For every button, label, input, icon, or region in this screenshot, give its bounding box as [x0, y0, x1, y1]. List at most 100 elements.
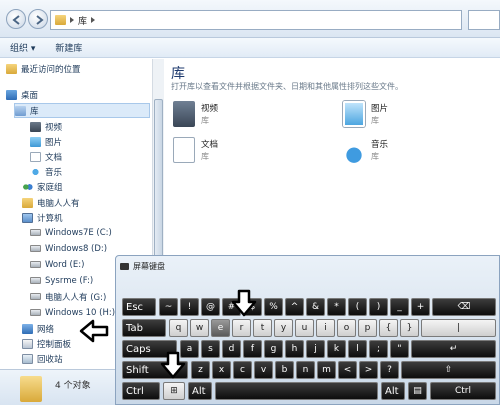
key-y[interactable]: y: [274, 319, 293, 337]
key-8[interactable]: *: [327, 298, 346, 316]
library-item-video[interactable]: 视频 库: [173, 99, 323, 133]
key-tab[interactable]: Tab: [122, 319, 166, 337]
video-icon: [30, 121, 41, 132]
nav-item-music[interactable]: 音乐: [30, 164, 62, 179]
key-w[interactable]: w: [190, 319, 209, 337]
library-item-pictures[interactable]: 图片 库: [343, 99, 493, 133]
key-1[interactable]: !: [180, 298, 199, 316]
nav-item-computer[interactable]: 计算机: [22, 210, 63, 225]
library-icon: [15, 105, 26, 116]
key-h[interactable]: h: [285, 340, 304, 358]
nav-item-drive-c[interactable]: Windows7E (C:): [30, 225, 112, 240]
key-k[interactable]: k: [327, 340, 346, 358]
key-n[interactable]: n: [296, 361, 315, 379]
key-plus[interactable]: +: [411, 298, 430, 316]
key-shift-right[interactable]: ⇧: [401, 361, 496, 379]
command-bar: 组织 ▾ 新建库: [0, 38, 500, 58]
key-o[interactable]: o: [337, 319, 356, 337]
nav-item-desktop[interactable]: 桌面: [6, 87, 38, 102]
library-item-documents[interactable]: 文档 库: [173, 135, 323, 169]
key-enter[interactable]: ↵: [411, 340, 496, 358]
nav-item-video[interactable]: 视频: [30, 119, 62, 134]
key-windows[interactable]: ⊞: [163, 382, 185, 400]
nav-item-recycle-bin[interactable]: 回收站: [22, 351, 63, 366]
nav-item-recent[interactable]: 最近访问的位置: [6, 61, 81, 76]
key-c[interactable]: c: [233, 361, 252, 379]
nav-item-documents[interactable]: 文档: [30, 149, 62, 164]
key-5[interactable]: %: [264, 298, 283, 316]
pictures-icon: [30, 136, 41, 147]
key-m[interactable]: m: [317, 361, 336, 379]
address-path[interactable]: 库: [50, 10, 462, 30]
drive-icon: [30, 261, 41, 268]
pointer-arrow-icon: [160, 351, 186, 379]
key-space[interactable]: [215, 382, 378, 400]
key-esc[interactable]: Esc: [122, 298, 156, 316]
key-lt[interactable]: <: [338, 361, 357, 379]
key-s[interactable]: s: [201, 340, 220, 358]
key-pipe[interactable]: |: [421, 319, 496, 337]
key-g[interactable]: g: [264, 340, 283, 358]
key-alt-left[interactable]: Alt: [188, 382, 212, 400]
key-0[interactable]: ): [369, 298, 388, 316]
nav-item-control-panel[interactable]: 控制面板: [22, 336, 71, 351]
search-input[interactable]: [468, 10, 500, 30]
new-library-button[interactable]: 新建库: [45, 41, 92, 54]
key-6[interactable]: ^: [285, 298, 304, 316]
key-ctrl-left[interactable]: Ctrl: [122, 382, 160, 400]
key-j[interactable]: j: [306, 340, 325, 358]
organize-button[interactable]: 组织 ▾: [0, 41, 45, 54]
nav-item-user[interactable]: 电脑人人有: [22, 195, 80, 210]
drive-icon: [30, 245, 41, 252]
nav-item-drive-d[interactable]: Windows8 (D:): [30, 241, 107, 256]
page-title: 库: [171, 66, 185, 82]
key-rbrace[interactable]: }: [400, 319, 419, 337]
key-gt[interactable]: >: [359, 361, 378, 379]
nav-item-pictures[interactable]: 图片: [30, 134, 62, 149]
nav-item-drive-e[interactable]: Word (E:): [30, 257, 84, 272]
key-v[interactable]: v: [254, 361, 273, 379]
key-f[interactable]: f: [243, 340, 262, 358]
network-icon: [22, 323, 33, 334]
library-item-music[interactable]: 音乐 库: [343, 135, 493, 169]
key-p[interactable]: p: [358, 319, 377, 337]
drive-icon: [30, 277, 41, 284]
key-d[interactable]: d: [222, 340, 241, 358]
key-ctrl-right[interactable]: Ctrl: [430, 382, 496, 400]
forward-button[interactable]: [28, 9, 48, 29]
nav-item-homegroup[interactable]: 家庭组: [22, 179, 63, 194]
key-u[interactable]: u: [295, 319, 314, 337]
key-backspace[interactable]: ⌫: [432, 298, 496, 316]
breadcrumb-library[interactable]: 库: [78, 14, 87, 27]
back-button[interactable]: [6, 9, 26, 29]
key-lbrace[interactable]: {: [379, 319, 398, 337]
key-menu[interactable]: ▤: [408, 382, 427, 400]
key-q[interactable]: q: [169, 319, 188, 337]
forward-arrow-icon: [36, 15, 44, 25]
key-e[interactable]: e: [211, 319, 230, 337]
key-minus[interactable]: _: [390, 298, 409, 316]
key-b[interactable]: b: [275, 361, 294, 379]
key-semicolon[interactable]: ;: [369, 340, 388, 358]
nav-item-library[interactable]: 库: [14, 103, 150, 118]
key-t[interactable]: t: [253, 319, 272, 337]
document-icon: [30, 151, 41, 162]
key-x[interactable]: x: [212, 361, 231, 379]
key-r[interactable]: r: [232, 319, 251, 337]
key-question[interactable]: ?: [380, 361, 399, 379]
key-l[interactable]: l: [348, 340, 367, 358]
nav-item-network[interactable]: 网络: [22, 321, 54, 336]
library-content: 库 打开库以查看文件并根据文件夹、日期和其他属性排列这些文件。 视频 库 图片 …: [165, 59, 500, 259]
key-alt-right[interactable]: Alt: [381, 382, 405, 400]
key-2[interactable]: @: [201, 298, 220, 316]
drive-icon: [30, 229, 41, 236]
nav-item-drive-f[interactable]: Sysrme (F:): [30, 273, 93, 288]
key-tilde[interactable]: ~: [159, 298, 178, 316]
key-quote[interactable]: ": [390, 340, 409, 358]
key-i[interactable]: i: [316, 319, 335, 337]
nav-item-drive-g[interactable]: 电脑人人有 (G:): [30, 289, 106, 304]
scrollbar-thumb[interactable]: [154, 99, 163, 259]
key-9[interactable]: (: [348, 298, 367, 316]
key-7[interactable]: &: [306, 298, 325, 316]
key-z[interactable]: z: [191, 361, 210, 379]
